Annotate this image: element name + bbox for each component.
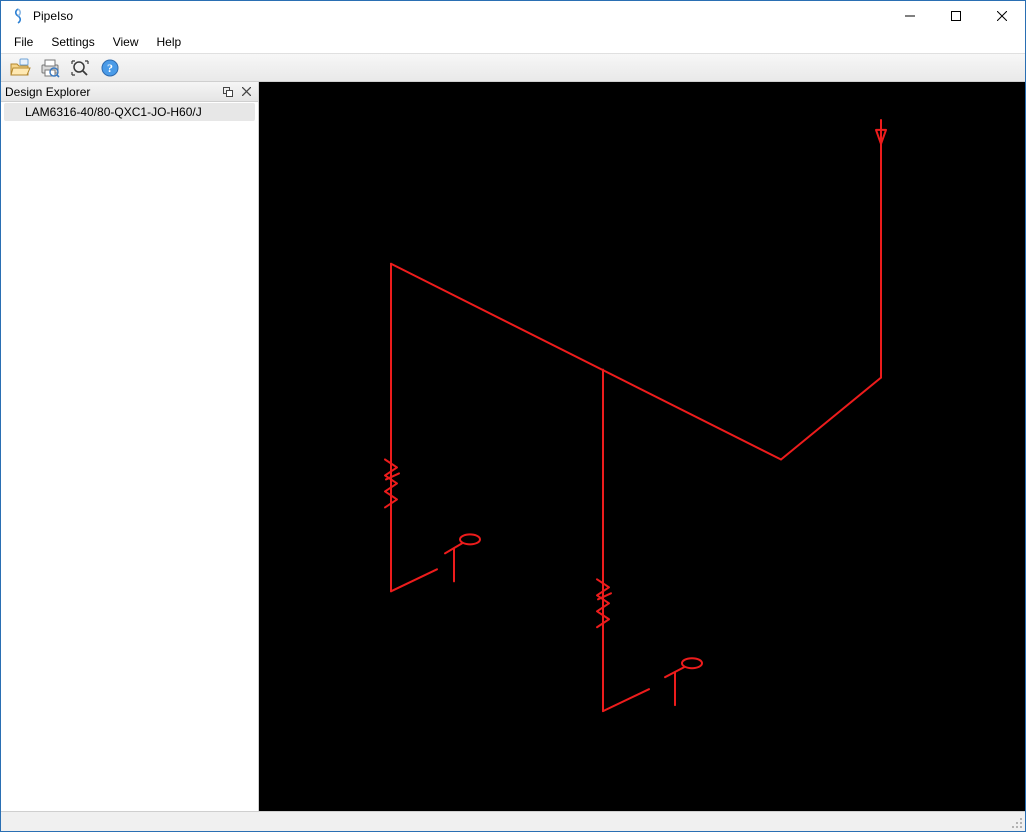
titlebar[interactable]: PipeIso <box>1 1 1025 31</box>
close-button[interactable] <box>979 1 1025 31</box>
maximize-button[interactable] <box>933 1 979 31</box>
app-logo-icon <box>9 7 27 25</box>
help-button[interactable]: ? <box>95 55 125 80</box>
menu-file[interactable]: File <box>5 33 42 51</box>
menu-view[interactable]: View <box>104 33 148 51</box>
menubar: File Settings View Help <box>1 31 1025 53</box>
print-preview-button[interactable] <box>35 55 65 80</box>
design-explorer-panel: Design Explorer LAM6316-40/80-QXC1-JO-H6… <box>1 82 259 811</box>
menu-help[interactable]: Help <box>148 33 191 51</box>
panel-dock-button[interactable] <box>220 84 236 100</box>
panel-title: Design Explorer <box>5 85 218 99</box>
window-controls <box>887 1 1025 31</box>
open-button[interactable] <box>5 55 35 80</box>
app-window: PipeIso File Settings View Help <box>0 0 1026 832</box>
svg-text:?: ? <box>107 61 113 75</box>
minimize-button[interactable] <box>887 1 933 31</box>
window-title: PipeIso <box>33 9 73 23</box>
statusbar <box>1 811 1025 831</box>
content-area: Design Explorer LAM6316-40/80-QXC1-JO-H6… <box>1 82 1025 811</box>
drawing-viewport[interactable] <box>259 82 1025 811</box>
toolbar: ? <box>1 53 1025 82</box>
isometric-drawing <box>259 82 1025 811</box>
zoom-extents-button[interactable] <box>65 55 95 80</box>
resize-grip-icon[interactable] <box>1009 815 1023 829</box>
panel-close-button[interactable] <box>238 84 254 100</box>
menu-settings[interactable]: Settings <box>42 33 103 51</box>
tree-item[interactable]: LAM6316-40/80-QXC1-JO-H60/J <box>4 103 255 121</box>
panel-body[interactable]: LAM6316-40/80-QXC1-JO-H60/J <box>1 102 258 811</box>
panel-header[interactable]: Design Explorer <box>1 82 258 102</box>
tree-item-label: LAM6316-40/80-QXC1-JO-H60/J <box>25 105 202 119</box>
